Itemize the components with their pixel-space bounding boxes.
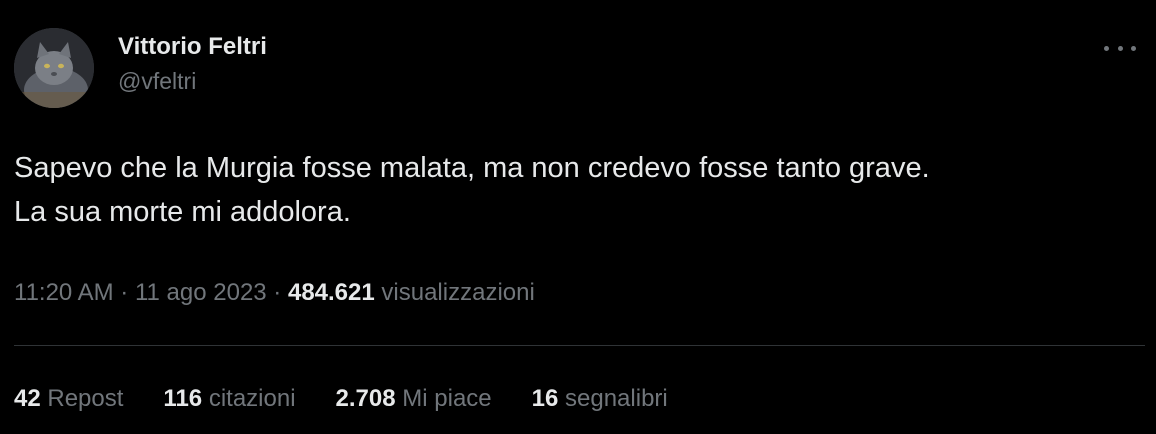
stat-count: 16 xyxy=(531,385,559,412)
tweet-text: Sapevo che la Murgia fosse malata, ma no… xyxy=(14,146,1134,234)
divider xyxy=(14,345,1145,346)
stat-label: citazioni xyxy=(208,385,296,412)
more-options-icon[interactable] xyxy=(1104,36,1136,60)
meta-separator: · xyxy=(266,279,288,306)
meta-separator: · xyxy=(113,279,135,306)
views-label[interactable]: visualizzazioni xyxy=(381,279,534,306)
more-dot xyxy=(1117,45,1123,51)
author-display-name[interactable]: Vittorio Feltri xyxy=(118,30,267,64)
stat-likes[interactable]: 2.708 Mi piace xyxy=(336,382,492,416)
stat-count: 116 xyxy=(163,385,203,412)
stat-quotes[interactable]: 116 citazioni xyxy=(163,382,295,416)
cat-avatar-icon xyxy=(14,28,94,108)
author-info: Vittorio Feltri @vfeltri xyxy=(118,30,267,98)
tweet-text-line: Sapevo che la Murgia fosse malata, ma no… xyxy=(14,152,930,184)
stat-count: 2.708 xyxy=(335,385,396,412)
avatar[interactable] xyxy=(14,28,94,108)
tweet-time[interactable]: 11:20 AM xyxy=(14,279,114,306)
more-dot xyxy=(1104,45,1109,51)
tweet-card: Vittorio Feltri @vfeltri Sapevo che la M… xyxy=(0,0,1156,434)
stat-label: segnalibri xyxy=(565,385,668,412)
tweet-meta: 11:20 AM · 11 ago 2023 · 484.621 visuali… xyxy=(14,276,535,310)
more-dot xyxy=(1131,45,1136,51)
stat-label: Mi piace xyxy=(402,385,492,412)
stat-reposts[interactable]: 42 Repost xyxy=(14,382,123,416)
tweet-text-line: La sua morte mi addolora. xyxy=(14,196,351,228)
views-count[interactable]: 484.621 xyxy=(288,279,375,306)
stat-count: 42 xyxy=(14,385,41,412)
author-handle[interactable]: @vfeltri xyxy=(118,64,267,98)
stat-bookmarks[interactable]: 16 segnalibri xyxy=(532,382,668,416)
tweet-date[interactable]: 11 ago 2023 xyxy=(135,279,267,306)
stat-label: Repost xyxy=(47,385,124,412)
engagement-stats: 42 Repost 116 citazioni 2.708 Mi piace 1… xyxy=(14,382,668,416)
